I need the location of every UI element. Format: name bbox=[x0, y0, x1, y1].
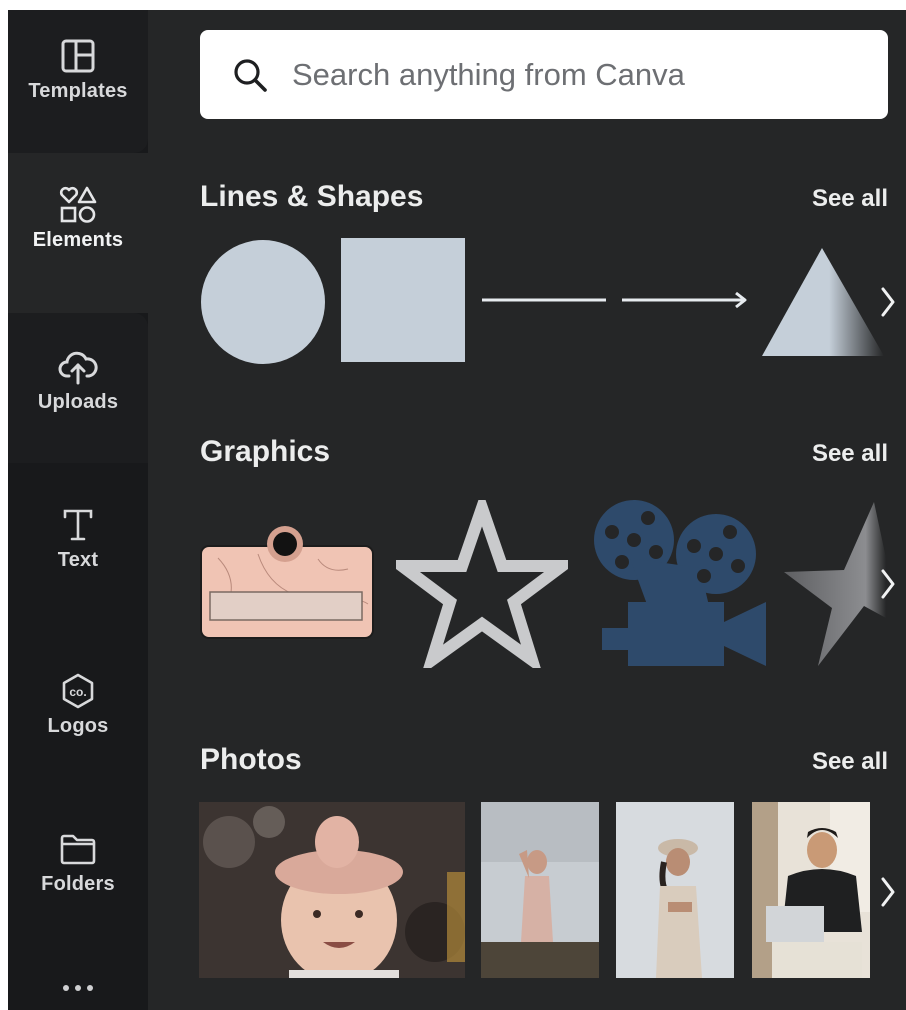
film-camera-graphic[interactable] bbox=[590, 498, 770, 670]
elements-icon bbox=[58, 186, 98, 223]
sidebar-item-label: Templates bbox=[28, 80, 128, 102]
woman-sky-photo-image bbox=[481, 802, 599, 978]
sidebar-item-templates[interactable]: Templates bbox=[8, 10, 148, 153]
chevron-right-icon bbox=[881, 287, 895, 317]
svg-text:co.: co. bbox=[69, 685, 86, 699]
see-all-photos-button[interactable]: See all bbox=[812, 748, 888, 776]
photo-woman-outdoors[interactable] bbox=[481, 802, 599, 978]
logo-co-icon: co. bbox=[60, 673, 96, 709]
sidebar-item-elements[interactable]: Elements bbox=[8, 153, 148, 313]
star-outline-graphic[interactable] bbox=[396, 500, 568, 668]
graphics-next-chevron[interactable] bbox=[876, 564, 900, 604]
photo-baby-headband[interactable] bbox=[199, 802, 465, 978]
section-title-lines-shapes: Lines & Shapes bbox=[200, 180, 424, 213]
see-all-lines-shapes-button[interactable]: See all bbox=[812, 185, 888, 213]
chevron-right-icon bbox=[881, 877, 895, 907]
circle-shape[interactable] bbox=[199, 238, 327, 366]
sidebar-item-label: Folders bbox=[41, 873, 115, 895]
sidebar-item-logos[interactable]: co. Logos bbox=[8, 623, 148, 781]
more-dots-icon bbox=[63, 985, 93, 991]
photo-man-laptop[interactable] bbox=[752, 802, 870, 978]
triangle-shape[interactable] bbox=[760, 246, 886, 358]
name-tag-graphic[interactable] bbox=[198, 524, 378, 640]
sidebar-item-uploads[interactable]: Uploads bbox=[8, 313, 148, 463]
section-title-photos: Photos bbox=[200, 743, 302, 776]
woman-hat-photo-image bbox=[616, 802, 734, 978]
shapes-next-chevron[interactable] bbox=[876, 282, 900, 322]
templates-icon bbox=[60, 38, 96, 74]
search-input[interactable] bbox=[290, 55, 854, 94]
star-gradient-graphic[interactable] bbox=[782, 498, 886, 670]
square-shape[interactable] bbox=[341, 238, 465, 362]
sidebar-item-label: Uploads bbox=[37, 391, 119, 413]
sidebar-item-label: Elements bbox=[32, 229, 124, 251]
search-icon bbox=[230, 55, 270, 95]
man-laptop-photo-image bbox=[752, 802, 870, 978]
chevron-right-icon bbox=[881, 569, 895, 599]
arrow-line-shape[interactable] bbox=[620, 288, 750, 312]
folder-icon bbox=[59, 831, 97, 867]
elements-panel-app: Templates Elements Uploads Text co. Logo… bbox=[8, 10, 906, 1010]
sidebar-item-folders[interactable]: Folders bbox=[8, 781, 148, 941]
upload-cloud-icon bbox=[58, 349, 98, 385]
baby-photo-image bbox=[199, 802, 465, 978]
search-bar[interactable] bbox=[200, 30, 888, 119]
see-all-graphics-button[interactable]: See all bbox=[812, 440, 888, 468]
sidebar-item-label: Logos bbox=[47, 715, 109, 737]
sidebar-item-label: Text bbox=[57, 549, 99, 571]
section-title-graphics: Graphics bbox=[200, 435, 331, 468]
photos-next-chevron[interactable] bbox=[876, 872, 900, 912]
side-rail: Templates Elements Uploads Text co. Logo… bbox=[8, 10, 148, 1010]
photo-woman-hat[interactable] bbox=[616, 802, 734, 978]
sidebar-more-button[interactable] bbox=[8, 985, 148, 1010]
sidebar-item-text[interactable]: Text bbox=[8, 463, 148, 623]
text-t-icon bbox=[60, 507, 96, 543]
line-shape[interactable] bbox=[480, 288, 608, 312]
